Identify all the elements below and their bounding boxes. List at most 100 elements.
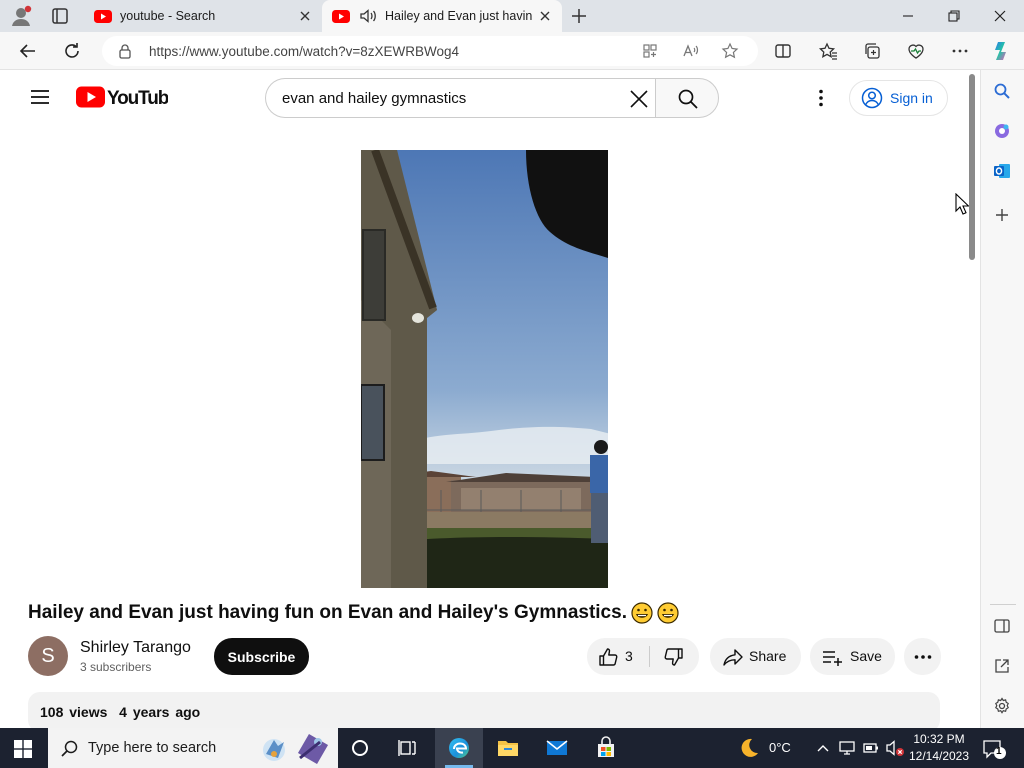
sidebar-settings-icon[interactable] xyxy=(992,696,1012,716)
clear-icon[interactable] xyxy=(628,88,650,110)
subscriber-count: 3 subscribers xyxy=(80,660,152,674)
share-icon xyxy=(723,649,743,666)
like-dislike-bar: 3 xyxy=(587,638,699,675)
search-input[interactable]: evan and hailey gymnastics xyxy=(265,78,656,118)
youtube-logo[interactable]: YouTube xyxy=(76,86,168,108)
grinning-face-icon xyxy=(657,602,679,624)
collections-icon[interactable] xyxy=(862,41,882,61)
lock-icon[interactable] xyxy=(117,43,133,59)
save-label: Save xyxy=(850,648,882,664)
battery-icon[interactable] xyxy=(862,739,880,757)
taskbar-search-box[interactable]: Type here to search xyxy=(48,728,338,768)
like-divider xyxy=(649,646,650,667)
add-sidebar-app-icon[interactable] xyxy=(992,205,1012,225)
taskbar-search-placeholder: Type here to search xyxy=(88,740,217,756)
youtube-favicon xyxy=(94,9,112,23)
copilot-sidebar-icon[interactable] xyxy=(992,121,1012,141)
store-icon[interactable] xyxy=(582,728,630,768)
like-count: 3 xyxy=(625,648,633,664)
clock-time[interactable]: 10:32 PM xyxy=(912,732,966,746)
restore-icon[interactable] xyxy=(944,6,964,26)
chevron-up-icon[interactable] xyxy=(816,742,830,754)
task-view-icon[interactable] xyxy=(384,728,432,768)
new-tab-icon[interactable] xyxy=(570,7,588,25)
weather-moon-icon[interactable] xyxy=(738,737,760,759)
channel-name[interactable]: Shirley Tarango xyxy=(80,639,191,657)
volume-muted-icon[interactable] xyxy=(885,739,905,757)
sign-in-button[interactable]: Sign in xyxy=(849,80,948,116)
speaker-icon[interactable] xyxy=(359,8,377,24)
cortana-icon[interactable] xyxy=(336,728,384,768)
split-screen-icon[interactable] xyxy=(773,41,793,61)
channel-avatar[interactable]: S xyxy=(28,636,68,676)
address-bar[interactable]: https://www.youtube.com/watch?v=8zXEWRBW… xyxy=(102,36,758,66)
edge-sidebar xyxy=(980,70,1024,728)
clock-date[interactable]: 12/14/2023 xyxy=(906,749,972,763)
refresh-icon[interactable] xyxy=(62,41,82,61)
tab-active-video[interactable]: Hailey and Evan just having fun on Evan … xyxy=(322,0,562,32)
video-player[interactable] xyxy=(361,150,608,588)
video-title: Hailey and Evan just having fun on Evan … xyxy=(28,602,679,624)
favorite-star-icon[interactable] xyxy=(721,42,739,60)
avatar-letter: S xyxy=(41,644,55,667)
notification-icon[interactable]: 1 xyxy=(982,738,1006,760)
like-icon[interactable] xyxy=(597,646,619,668)
logo-text: YouTube xyxy=(107,88,168,108)
apps-icon[interactable] xyxy=(641,42,659,60)
back-icon[interactable] xyxy=(18,41,38,61)
open-in-window-icon[interactable] xyxy=(992,656,1012,676)
description-box[interactable]: 108 views 4 years ago xyxy=(28,692,940,732)
upload-age: 4 years ago xyxy=(119,704,201,720)
notification-count: 1 xyxy=(996,746,1002,757)
tab-youtube-search[interactable]: youtube - Search xyxy=(84,0,322,32)
copilot-icon[interactable] xyxy=(990,39,1014,63)
address-toolbar: https://www.youtube.com/watch?v=8zXEWRBW… xyxy=(0,32,1024,70)
video-frame xyxy=(361,150,608,588)
video-title-text: Hailey and Evan just having fun on Evan … xyxy=(28,602,627,623)
tab-title: Hailey and Evan just having fun on Evan … xyxy=(385,9,532,23)
sign-in-label: Sign in xyxy=(890,90,933,106)
edge-icon[interactable] xyxy=(435,728,483,768)
close-tab-icon[interactable] xyxy=(298,9,312,23)
browser-essentials-icon[interactable] xyxy=(906,41,926,61)
read-aloud-icon[interactable] xyxy=(682,42,700,60)
outlook-icon[interactable] xyxy=(992,161,1012,181)
view-count: 108 views xyxy=(40,704,108,720)
kebab-icon[interactable] xyxy=(812,88,830,108)
dislike-icon[interactable] xyxy=(663,646,685,668)
more-icon[interactable] xyxy=(950,41,970,61)
view-meta: 108 views 4 years ago xyxy=(40,704,200,720)
close-window-icon[interactable] xyxy=(990,6,1010,26)
save-button[interactable]: Save xyxy=(810,638,895,675)
subscribe-button[interactable]: Subscribe xyxy=(214,638,309,675)
scrollbar-thumb[interactable] xyxy=(969,74,975,260)
hide-sidebar-icon[interactable] xyxy=(992,616,1012,636)
hamburger-menu-icon[interactable] xyxy=(30,88,50,106)
share-button[interactable]: Share xyxy=(710,638,801,675)
network-icon[interactable] xyxy=(838,739,856,757)
youtube-favicon xyxy=(332,9,350,23)
windows-taskbar: Type here to search 0°C 10:32 PM 12/14/2… xyxy=(0,728,1024,768)
file-explorer-icon[interactable] xyxy=(484,728,532,768)
save-playlist-icon xyxy=(823,651,842,666)
url-text[interactable]: https://www.youtube.com/watch?v=8zXEWRBW… xyxy=(149,44,459,59)
more-actions-button[interactable] xyxy=(904,638,941,675)
grinning-face-icon xyxy=(631,602,653,624)
search-button[interactable] xyxy=(655,78,719,118)
search-highlight-illustration xyxy=(263,733,329,764)
subscribe-label: Subscribe xyxy=(227,648,296,665)
search-icon xyxy=(678,89,698,109)
profile-icon[interactable] xyxy=(8,4,34,28)
temperature[interactable]: 0°C xyxy=(769,740,791,755)
favorites-icon[interactable] xyxy=(818,41,838,61)
account-icon xyxy=(861,87,883,109)
search-icon[interactable] xyxy=(992,81,1012,101)
page-scrollbar[interactable] xyxy=(966,70,979,728)
windows-start-icon[interactable] xyxy=(14,740,32,758)
search-icon xyxy=(61,740,78,757)
close-tab-icon[interactable] xyxy=(538,9,552,23)
tab-actions-icon[interactable] xyxy=(50,7,70,25)
mail-icon[interactable] xyxy=(533,728,581,768)
minimize-icon[interactable] xyxy=(898,6,918,26)
search-query-text[interactable]: evan and hailey gymnastics xyxy=(282,90,466,107)
